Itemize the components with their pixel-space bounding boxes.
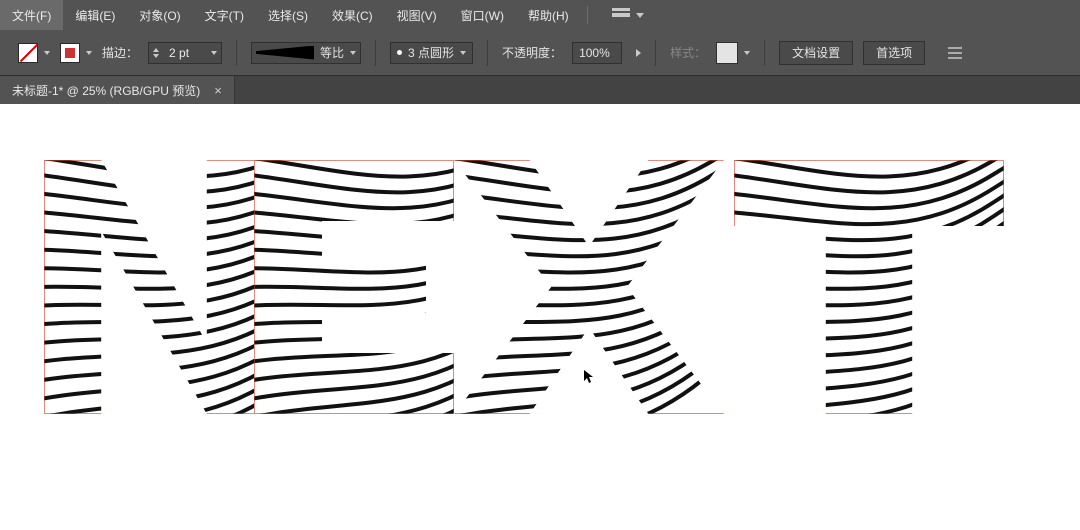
chevron-down-icon <box>211 51 217 55</box>
divider <box>587 6 588 24</box>
stroke-weight-stepper[interactable]: 2 pt <box>148 42 222 64</box>
menu-help[interactable]: 帮助(H) <box>516 0 581 30</box>
divider <box>236 40 237 66</box>
preferences-button[interactable]: 首选项 <box>863 41 925 65</box>
control-bar: 描边： 2 pt 等比 3 点圆形 不透明度： 100% 样式： 文档设置 首选… <box>0 30 1080 76</box>
document-tabbar: 未标题-1* @ 25% (RGB/GPU 预览) × <box>0 76 1080 104</box>
chevron-down-icon <box>153 54 159 58</box>
chevron-down-icon <box>350 51 356 55</box>
divider <box>655 40 656 66</box>
opacity-value: 100% <box>579 46 610 60</box>
chevron-down-icon <box>636 13 644 18</box>
letter-e[interactable] <box>254 160 454 414</box>
brush-label: 3 点圆形 <box>408 44 454 61</box>
stroke-color-icon <box>60 43 80 63</box>
menu-effect[interactable]: 效果(C) <box>320 0 385 30</box>
menu-window[interactable]: 窗口(W) <box>449 0 516 30</box>
divider <box>764 40 765 66</box>
stroke-profile-select[interactable]: 等比 <box>251 42 361 64</box>
document-tab[interactable]: 未标题-1* @ 25% (RGB/GPU 预览) × <box>0 76 235 104</box>
style-label: 样式： <box>670 44 706 61</box>
canvas[interactable] <box>0 104 1080 530</box>
graphic-style-select[interactable] <box>716 42 750 64</box>
letter-n[interactable] <box>44 160 264 414</box>
stroke-label: 描边： <box>102 44 138 61</box>
profile-uniform-icon <box>256 46 314 60</box>
opacity-field[interactable]: 100% <box>572 42 622 64</box>
menu-object[interactable]: 对象(O) <box>127 0 192 30</box>
divider <box>375 40 376 66</box>
stepper-arrows[interactable] <box>151 48 161 58</box>
chevron-up-icon <box>153 48 159 52</box>
menu-edit[interactable]: 编辑(E) <box>63 0 127 30</box>
fill-none-icon <box>18 43 38 63</box>
brush-select[interactable]: 3 点圆形 <box>390 42 473 64</box>
close-icon[interactable]: × <box>214 83 222 98</box>
menu-type[interactable]: 文字(T) <box>193 0 256 30</box>
workspace-switcher[interactable] <box>594 0 656 30</box>
menu-bar: 文件(F) 编辑(E) 对象(O) 文字(T) 选择(S) 效果(C) 视图(V… <box>0 0 1080 30</box>
chevron-down-icon <box>86 51 92 55</box>
divider <box>487 40 488 66</box>
selection-cursor-icon <box>584 370 594 384</box>
arrow-right-icon[interactable] <box>636 49 641 57</box>
fill-swatch-group[interactable] <box>18 43 50 63</box>
menu-select[interactable]: 选择(S) <box>256 0 320 30</box>
layout-icon <box>612 8 630 22</box>
menu-view[interactable]: 视图(V) <box>385 0 449 30</box>
stroke-weight-value[interactable]: 2 pt <box>165 46 205 60</box>
opacity-label: 不透明度： <box>502 44 562 61</box>
letter-t[interactable] <box>734 160 1004 414</box>
style-swatch-icon <box>716 42 738 64</box>
chevron-down-icon <box>44 51 50 55</box>
stroke-profile-label: 等比 <box>320 44 344 61</box>
chevron-down-icon <box>744 51 750 55</box>
document-setup-button[interactable]: 文档设置 <box>779 41 853 65</box>
align-icon[interactable] <box>947 45 963 61</box>
artwork-next[interactable] <box>44 160 1024 450</box>
document-tab-title: 未标题-1* @ 25% (RGB/GPU 预览) <box>12 82 200 99</box>
stroke-swatch-group[interactable] <box>60 43 92 63</box>
brush-dot-icon <box>397 50 402 55</box>
selection-outline <box>254 160 454 414</box>
selection-outline <box>44 160 264 414</box>
menu-file[interactable]: 文件(F) <box>0 0 63 30</box>
chevron-down-icon <box>460 51 466 55</box>
selection-outline <box>734 160 1004 414</box>
